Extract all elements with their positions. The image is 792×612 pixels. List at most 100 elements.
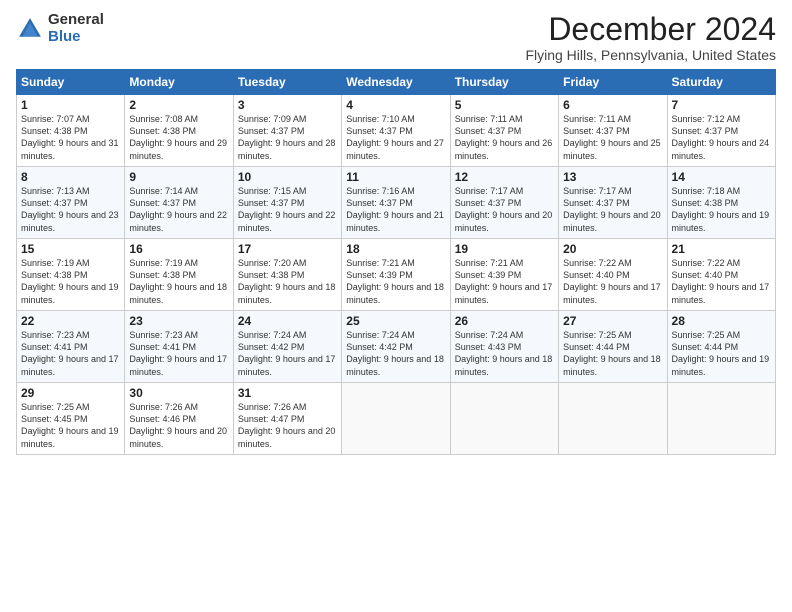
calendar-cell: 23 Sunrise: 7:23 AMSunset: 4:41 PMDaylig… (125, 311, 233, 383)
calendar-cell: 1 Sunrise: 7:07 AMSunset: 4:38 PMDayligh… (17, 95, 125, 167)
calendar-cell: 12 Sunrise: 7:17 AMSunset: 4:37 PMDaylig… (450, 167, 558, 239)
day-number: 25 (346, 314, 445, 328)
day-number: 13 (563, 170, 662, 184)
calendar-cell: 28 Sunrise: 7:25 AMSunset: 4:44 PMDaylig… (667, 311, 775, 383)
day-number: 30 (129, 386, 228, 400)
cell-info: Sunrise: 7:25 AMSunset: 4:44 PMDaylight:… (672, 330, 770, 376)
calendar-cell: 19 Sunrise: 7:21 AMSunset: 4:39 PMDaylig… (450, 239, 558, 311)
day-number: 5 (455, 98, 554, 112)
calendar-cell: 8 Sunrise: 7:13 AMSunset: 4:37 PMDayligh… (17, 167, 125, 239)
calendar-cell (342, 383, 450, 455)
day-number: 18 (346, 242, 445, 256)
calendar-table: Sunday Monday Tuesday Wednesday Thursday… (16, 69, 776, 455)
day-number: 29 (21, 386, 120, 400)
cell-info: Sunrise: 7:23 AMSunset: 4:41 PMDaylight:… (129, 330, 227, 376)
day-number: 11 (346, 170, 445, 184)
day-number: 16 (129, 242, 228, 256)
day-number: 28 (672, 314, 771, 328)
cell-info: Sunrise: 7:13 AMSunset: 4:37 PMDaylight:… (21, 186, 119, 232)
calendar-cell (559, 383, 667, 455)
cell-info: Sunrise: 7:22 AMSunset: 4:40 PMDaylight:… (672, 258, 770, 304)
cell-info: Sunrise: 7:24 AMSunset: 4:43 PMDaylight:… (455, 330, 553, 376)
calendar-cell: 14 Sunrise: 7:18 AMSunset: 4:38 PMDaylig… (667, 167, 775, 239)
header-thursday: Thursday (450, 70, 558, 95)
cell-info: Sunrise: 7:17 AMSunset: 4:37 PMDaylight:… (563, 186, 661, 232)
day-number: 26 (455, 314, 554, 328)
calendar-body: 1 Sunrise: 7:07 AMSunset: 4:38 PMDayligh… (17, 95, 776, 455)
cell-info: Sunrise: 7:07 AMSunset: 4:38 PMDaylight:… (21, 114, 119, 160)
calendar-cell: 26 Sunrise: 7:24 AMSunset: 4:43 PMDaylig… (450, 311, 558, 383)
day-number: 14 (672, 170, 771, 184)
header-monday: Monday (125, 70, 233, 95)
calendar-cell: 24 Sunrise: 7:24 AMSunset: 4:42 PMDaylig… (233, 311, 341, 383)
calendar-cell: 21 Sunrise: 7:22 AMSunset: 4:40 PMDaylig… (667, 239, 775, 311)
calendar-cell: 3 Sunrise: 7:09 AMSunset: 4:37 PMDayligh… (233, 95, 341, 167)
day-number: 22 (21, 314, 120, 328)
calendar-cell: 13 Sunrise: 7:17 AMSunset: 4:37 PMDaylig… (559, 167, 667, 239)
logo-text: General Blue (48, 12, 104, 45)
month-title: December 2024 (525, 12, 776, 47)
day-number: 17 (238, 242, 337, 256)
calendar-week-3: 15 Sunrise: 7:19 AMSunset: 4:38 PMDaylig… (17, 239, 776, 311)
calendar-cell: 2 Sunrise: 7:08 AMSunset: 4:38 PMDayligh… (125, 95, 233, 167)
header-sunday: Sunday (17, 70, 125, 95)
cell-info: Sunrise: 7:09 AMSunset: 4:37 PMDaylight:… (238, 114, 336, 160)
header-saturday: Saturday (667, 70, 775, 95)
cell-info: Sunrise: 7:25 AMSunset: 4:44 PMDaylight:… (563, 330, 661, 376)
logo-icon (16, 15, 44, 43)
day-number: 24 (238, 314, 337, 328)
cell-info: Sunrise: 7:11 AMSunset: 4:37 PMDaylight:… (455, 114, 553, 160)
day-number: 19 (455, 242, 554, 256)
calendar-cell: 6 Sunrise: 7:11 AMSunset: 4:37 PMDayligh… (559, 95, 667, 167)
cell-info: Sunrise: 7:24 AMSunset: 4:42 PMDaylight:… (346, 330, 444, 376)
day-number: 15 (21, 242, 120, 256)
day-number: 10 (238, 170, 337, 184)
calendar-cell: 16 Sunrise: 7:19 AMSunset: 4:38 PMDaylig… (125, 239, 233, 311)
location-title: Flying Hills, Pennsylvania, United State… (525, 47, 776, 63)
day-number: 27 (563, 314, 662, 328)
cell-info: Sunrise: 7:21 AMSunset: 4:39 PMDaylight:… (455, 258, 553, 304)
cell-info: Sunrise: 7:12 AMSunset: 4:37 PMDaylight:… (672, 114, 770, 160)
logo-general: General (48, 12, 104, 29)
calendar-cell: 25 Sunrise: 7:24 AMSunset: 4:42 PMDaylig… (342, 311, 450, 383)
calendar-cell (667, 383, 775, 455)
day-number: 12 (455, 170, 554, 184)
cell-info: Sunrise: 7:23 AMSunset: 4:41 PMDaylight:… (21, 330, 119, 376)
day-number: 3 (238, 98, 337, 112)
day-number: 9 (129, 170, 228, 184)
header-row: General Blue December 2024 Flying Hills,… (16, 12, 776, 63)
cell-info: Sunrise: 7:24 AMSunset: 4:42 PMDaylight:… (238, 330, 336, 376)
calendar-week-2: 8 Sunrise: 7:13 AMSunset: 4:37 PMDayligh… (17, 167, 776, 239)
calendar-cell (450, 383, 558, 455)
cell-info: Sunrise: 7:26 AMSunset: 4:47 PMDaylight:… (238, 402, 336, 448)
day-number: 8 (21, 170, 120, 184)
calendar-cell: 30 Sunrise: 7:26 AMSunset: 4:46 PMDaylig… (125, 383, 233, 455)
header-friday: Friday (559, 70, 667, 95)
cell-info: Sunrise: 7:15 AMSunset: 4:37 PMDaylight:… (238, 186, 336, 232)
day-number: 23 (129, 314, 228, 328)
day-number: 2 (129, 98, 228, 112)
day-number: 31 (238, 386, 337, 400)
calendar-cell: 17 Sunrise: 7:20 AMSunset: 4:38 PMDaylig… (233, 239, 341, 311)
calendar-week-4: 22 Sunrise: 7:23 AMSunset: 4:41 PMDaylig… (17, 311, 776, 383)
header-tuesday: Tuesday (233, 70, 341, 95)
day-number: 21 (672, 242, 771, 256)
cell-info: Sunrise: 7:08 AMSunset: 4:38 PMDaylight:… (129, 114, 227, 160)
calendar-cell: 5 Sunrise: 7:11 AMSunset: 4:37 PMDayligh… (450, 95, 558, 167)
cell-info: Sunrise: 7:18 AMSunset: 4:38 PMDaylight:… (672, 186, 770, 232)
calendar-cell: 4 Sunrise: 7:10 AMSunset: 4:37 PMDayligh… (342, 95, 450, 167)
title-block: December 2024 Flying Hills, Pennsylvania… (525, 12, 776, 63)
cell-info: Sunrise: 7:20 AMSunset: 4:38 PMDaylight:… (238, 258, 336, 304)
calendar-cell: 22 Sunrise: 7:23 AMSunset: 4:41 PMDaylig… (17, 311, 125, 383)
calendar-cell: 7 Sunrise: 7:12 AMSunset: 4:37 PMDayligh… (667, 95, 775, 167)
calendar-cell: 18 Sunrise: 7:21 AMSunset: 4:39 PMDaylig… (342, 239, 450, 311)
calendar-cell: 15 Sunrise: 7:19 AMSunset: 4:38 PMDaylig… (17, 239, 125, 311)
cell-info: Sunrise: 7:17 AMSunset: 4:37 PMDaylight:… (455, 186, 553, 232)
header-row-days: Sunday Monday Tuesday Wednesday Thursday… (17, 70, 776, 95)
main-container: General Blue December 2024 Flying Hills,… (0, 0, 792, 465)
day-number: 4 (346, 98, 445, 112)
calendar-cell: 29 Sunrise: 7:25 AMSunset: 4:45 PMDaylig… (17, 383, 125, 455)
calendar-week-1: 1 Sunrise: 7:07 AMSunset: 4:38 PMDayligh… (17, 95, 776, 167)
logo: General Blue (16, 12, 104, 45)
day-number: 20 (563, 242, 662, 256)
